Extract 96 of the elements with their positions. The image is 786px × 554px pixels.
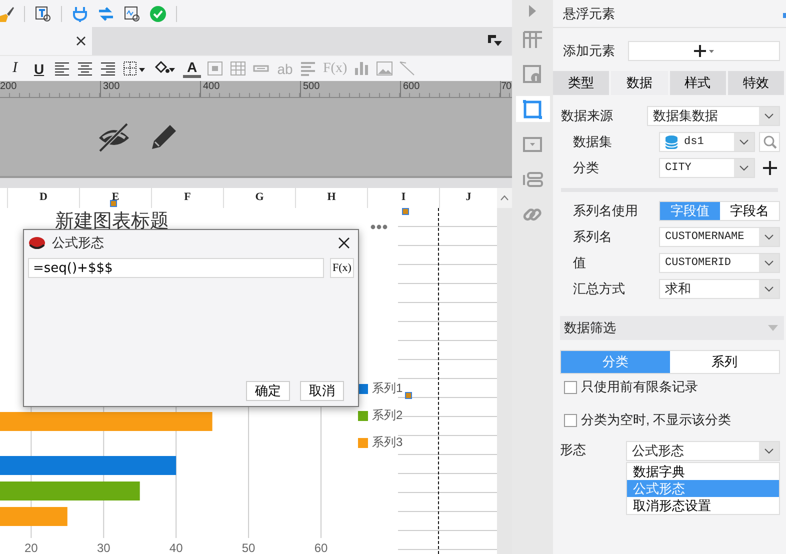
close-icon[interactable]: [76, 36, 86, 46]
section-header[interactable]: 数据筛选: [560, 316, 784, 340]
field-label: 汇总方式: [573, 280, 626, 298]
field-label: 数据集: [573, 133, 613, 151]
ruler-label: 400: [200, 81, 300, 97]
handle-icon[interactable]: [402, 208, 409, 215]
more-icon[interactable]: [370, 224, 388, 230]
field-label: 分类: [573, 159, 600, 177]
handle-icon[interactable]: [110, 200, 117, 207]
field-label: 系列名使用: [573, 202, 639, 220]
tab[interactable]: 类型: [553, 71, 612, 95]
legend-label: 系列3: [372, 434, 403, 451]
chevron-icon: [764, 448, 774, 454]
plus-icon: [763, 161, 777, 175]
checkbox[interactable]: [564, 380, 577, 394]
legend-label: 系列1: [372, 380, 403, 397]
close-button[interactable]: [338, 237, 350, 249]
dropdown-field[interactable]: ds1: [659, 132, 755, 152]
plus-icon: [693, 44, 715, 58]
confirm-button[interactable]: 确定: [246, 381, 290, 401]
marker-icon: [783, 13, 786, 18]
align-right-icon[interactable]: [100, 60, 117, 77]
dropdown-field[interactable]: 数据集数据: [647, 106, 780, 126]
panel-title: 悬浮元素: [563, 4, 615, 22]
check-icon[interactable]: [150, 6, 166, 22]
bar: [0, 507, 68, 526]
preview-icon[interactable]: [124, 6, 140, 22]
field-label: 值: [573, 254, 587, 272]
swap-arrows-icon[interactable]: [98, 6, 114, 22]
legend-label: 系列2: [372, 407, 403, 424]
italic-button[interactable]: I: [6, 58, 24, 78]
tab[interactable]: 样式: [670, 71, 728, 95]
axis-label: 40: [169, 541, 183, 554]
cancel-button[interactable]: 取消: [300, 381, 344, 401]
dropdown-field[interactable]: 公式形态: [626, 441, 780, 461]
chevron-icon: [764, 260, 774, 266]
axis-label: 60: [314, 541, 328, 554]
chevron-icon: [739, 139, 749, 145]
caret-icon: [768, 325, 778, 331]
search-button[interactable]: [759, 132, 780, 152]
dropdown-field[interactable]: CITY: [659, 158, 755, 178]
legend-swatch: [358, 384, 368, 394]
dropdown-field[interactable]: CUSTOMERNAME: [659, 227, 780, 247]
field-label: 形态: [560, 441, 587, 459]
underline-button[interactable]: U: [30, 58, 48, 78]
ruler-label: 300: [100, 81, 200, 97]
brush-icon[interactable]: [0, 6, 14, 22]
chart-title: 新建图表标题: [55, 210, 169, 234]
field-label: 系列名: [573, 228, 613, 246]
checkbox[interactable]: [564, 414, 577, 426]
info-icon: [522, 64, 543, 84]
legend-swatch: [358, 410, 368, 420]
search-icon: [762, 135, 776, 149]
hidden-eye-icon[interactable]: [97, 122, 131, 152]
chevron-icon: [764, 286, 774, 292]
add-button[interactable]: [760, 161, 780, 175]
app-icon: [28, 235, 46, 251]
tab-menu-icon[interactable]: [488, 35, 502, 47]
dropdown-field[interactable]: 求和: [659, 279, 780, 299]
close-icon: [338, 237, 350, 249]
caret-icon: [500, 195, 509, 201]
chevron-icon: [739, 165, 749, 171]
plug-icon[interactable]: [72, 6, 88, 22]
ruler-label: 200: [0, 81, 18, 94]
tab[interactable]: 数据: [611, 71, 670, 95]
formula-field[interactable]: =seq()+$$$: [28, 258, 324, 278]
ruler-label: 500: [300, 81, 400, 97]
formula-button[interactable]: F(x): [330, 258, 354, 278]
legend-swatch: [358, 438, 368, 448]
database-icon: [665, 135, 678, 149]
scrollbar[interactable]: [497, 208, 512, 554]
field-label: 数据来源: [561, 107, 614, 125]
pencil-icon[interactable]: [149, 122, 179, 152]
tab[interactable]: 特效: [728, 71, 786, 95]
chevron-icon: [764, 113, 774, 119]
text-search-icon[interactable]: [35, 6, 51, 22]
dialog-title: 公式形态: [52, 234, 105, 252]
axis-label: 30: [96, 541, 110, 554]
dropdown-field[interactable]: CUSTOMERID: [659, 253, 780, 273]
chevron-icon: [764, 234, 774, 240]
checkbox-label: 只使用前有限条记录: [581, 378, 698, 396]
border-icon[interactable]: [123, 60, 147, 77]
scroll-up-button[interactable]: [497, 188, 512, 208]
layout-icon: [522, 28, 543, 50]
align-left-icon[interactable]: [54, 60, 71, 77]
axis-label: 50: [242, 541, 256, 554]
expand-icon[interactable]: [529, 5, 536, 17]
checkbox-label: 分类为空时, 不显示该分类: [581, 411, 732, 429]
float-element-icon: [522, 98, 543, 120]
field-label: 添加元素: [563, 42, 616, 60]
axis-label: 20: [24, 541, 38, 554]
handle-icon[interactable]: [405, 392, 412, 399]
ruler-label: 600: [400, 81, 500, 97]
font-color-button[interactable]: A: [183, 60, 201, 78]
side-tool-button[interactable]: [516, 96, 550, 122]
align-center-icon[interactable]: [77, 60, 94, 77]
